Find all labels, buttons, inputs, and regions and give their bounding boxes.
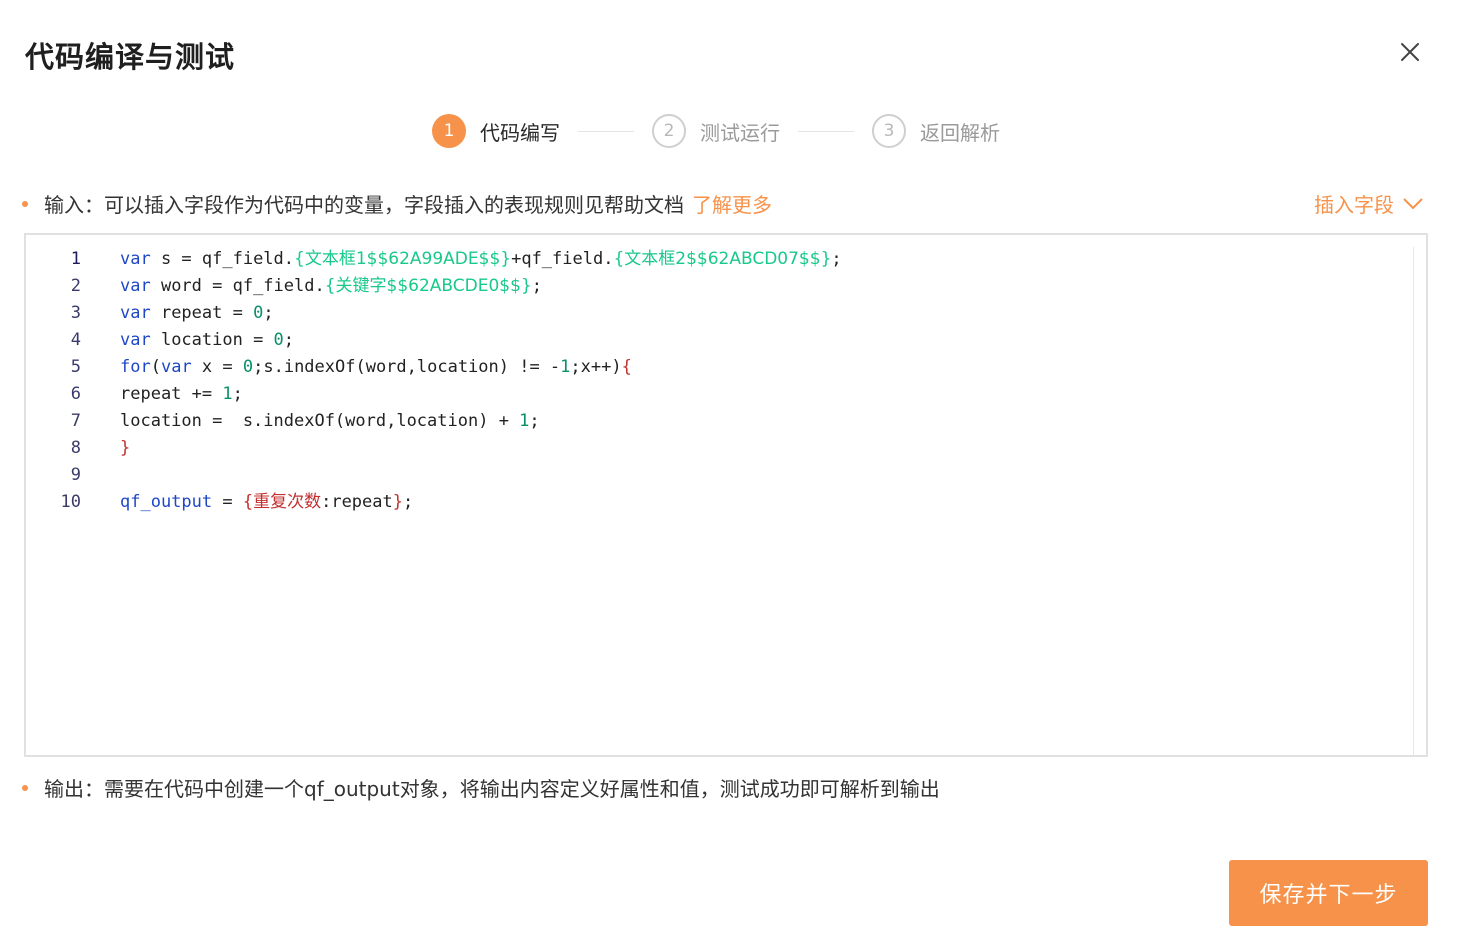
code-token: 0 — [242, 357, 254, 377]
learn-more-link[interactable]: 了解更多 — [692, 189, 772, 218]
code-line[interactable]: 8} — [26, 435, 842, 462]
code-line[interactable]: 9 — [26, 462, 842, 489]
code-token: ; — [531, 276, 543, 296]
output-hint: 输出：需要在代码中创建一个qf_output对象，将输出内容定义好属性和值，测试… — [22, 773, 940, 802]
code-token: ; — [283, 330, 295, 350]
code-token: 0 — [273, 330, 284, 350]
code-token: ; — [263, 303, 274, 323]
code-token: {文本框1$$62A99ADE$$} — [294, 249, 512, 269]
code-line[interactable]: 5 for(var x = 0;s.indexOf(word,location) … — [26, 354, 842, 381]
code-token: word = qf_field. — [150, 276, 325, 296]
code-line[interactable]: 4 var location = 0; — [26, 327, 842, 354]
code-token: 0 — [253, 303, 264, 323]
code-token: ; — [529, 411, 540, 431]
steps-bar: 1 代码编写 2 测试运行 3 返回解析 — [432, 112, 1000, 150]
code-text: repeat += 1; — [120, 381, 243, 408]
code-line[interactable]: 6 repeat += 1; — [26, 381, 842, 408]
line-number: 8 — [70, 438, 81, 458]
save-next-button[interactable]: 保存并下一步 — [1229, 860, 1428, 926]
line-number: 2 — [70, 276, 81, 296]
code-line[interactable]: 1 var s = qf_field.{文本框1$$62A99ADE$$}+qf_… — [26, 246, 842, 273]
dialog-title: 代码编译与测试 — [25, 40, 236, 74]
line-number: 9 — [70, 465, 81, 485]
bullet-dot — [22, 200, 28, 207]
code-token: } — [392, 492, 403, 512]
code-token: 1 — [560, 357, 571, 377]
code-editor[interactable]: 1 var s = qf_field.{文本框1$$62A99ADE$$}+qf_… — [24, 233, 1428, 757]
line-number: 3 — [70, 303, 81, 323]
code-text: var location = 0; — [120, 327, 294, 354]
code-token: { — [242, 492, 254, 512]
code-token: repeat = — [150, 303, 254, 323]
code-token: = — [212, 492, 243, 512]
code-token: {关键字$$62ABCDE0$$} — [324, 276, 532, 296]
code-text: for(var x = 0;s.indexOf(word,location) !… — [120, 354, 632, 381]
code-text: var word = qf_field.{关键字$$62ABCDE0$$}; — [120, 273, 542, 300]
step-label: 代码编写 — [480, 120, 560, 145]
bullet-dot — [22, 784, 28, 791]
step-return-parse: 3 返回解析 — [872, 114, 1000, 148]
step-connector — [798, 130, 854, 132]
line-number: 4 — [70, 330, 81, 350]
code-token: ; — [232, 384, 243, 404]
code-text: var s = qf_field.{文本框1$$62A99ADE$$}+qf_f… — [120, 246, 842, 273]
code-token: s = qf_field. — [150, 249, 295, 269]
line-number: 7 — [70, 411, 81, 431]
code-token: {文本框2$$62ABCD07$$} — [613, 249, 832, 269]
output-hint-text: 输出：需要在代码中创建一个qf_output对象，将输出内容定义好属性和值，测试… — [44, 777, 940, 801]
input-hint: 输入：可以插入字段作为代码中的变量，字段插入的表现规则见帮助文档 了解更多 — [22, 189, 772, 218]
code-token: qf_output — [120, 492, 213, 512]
code-token: var — [120, 249, 151, 269]
code-token: for — [120, 357, 151, 377]
close-button[interactable] — [1392, 34, 1428, 70]
step-number: 1 — [432, 114, 466, 148]
insert-field-label: 插入字段 — [1314, 193, 1394, 217]
code-lines: 1 var s = qf_field.{文本框1$$62A99ADE$$}+qf_… — [26, 246, 842, 516]
line-number: 5 — [70, 357, 81, 377]
code-token: ;x++) — [570, 357, 622, 377]
code-token: location = — [150, 330, 274, 350]
close-icon — [1401, 43, 1419, 61]
line-number: 6 — [70, 384, 81, 404]
code-text: location = s.indexOf(word,location) + 1; — [120, 408, 540, 435]
step-label: 返回解析 — [920, 120, 1000, 145]
code-token: ; — [403, 492, 414, 512]
insert-field-dropdown[interactable]: 插入字段 — [1314, 189, 1424, 218]
editor-scrollbar[interactable] — [1413, 247, 1414, 755]
code-token: var — [120, 276, 151, 296]
step-number: 3 — [872, 114, 906, 148]
code-line[interactable]: 2 var word = qf_field.{关键字$$62ABCDE0$$}; — [26, 273, 842, 300]
input-hint-text: 输入：可以插入字段作为代码中的变量，字段插入的表现规则见帮助文档 — [44, 193, 684, 217]
step-code-writing: 1 代码编写 — [432, 114, 560, 148]
code-token: ; — [831, 249, 842, 269]
code-token: 重复次数 — [253, 492, 322, 512]
step-number: 2 — [652, 114, 686, 148]
code-token: location = s.indexOf(word,location) + — [120, 411, 520, 431]
code-line[interactable]: 7 location = s.indexOf(word,location) + 1… — [26, 408, 842, 435]
code-token: { — [621, 357, 632, 377]
line-number: 10 — [60, 492, 81, 512]
code-token: var — [120, 303, 151, 323]
code-token: ( — [150, 357, 161, 377]
code-token: 1 — [519, 411, 530, 431]
chevron-down-icon — [1403, 197, 1423, 209]
code-text: var repeat = 0; — [120, 300, 274, 327]
code-token: var — [120, 330, 151, 350]
code-line[interactable]: 10 qf_output = {重复次数:repeat}; — [26, 489, 842, 516]
code-token: :repeat — [321, 492, 393, 512]
code-text: qf_output = {重复次数:repeat}; — [120, 489, 413, 516]
code-token: var — [160, 357, 192, 377]
step-test-run: 2 测试运行 — [652, 114, 780, 148]
code-token: ;s.indexOf(word,location) != - — [253, 357, 561, 377]
code-token: +qf_field. — [511, 249, 614, 269]
line-number: 1 — [70, 249, 81, 269]
code-text: } — [120, 435, 130, 462]
step-label: 测试运行 — [700, 120, 780, 145]
step-connector — [578, 130, 634, 132]
code-token: x = — [191, 357, 243, 377]
code-token: repeat += — [120, 384, 223, 404]
code-token: } — [120, 438, 131, 458]
code-line[interactable]: 3 var repeat = 0; — [26, 300, 842, 327]
code-token: 1 — [222, 384, 233, 404]
